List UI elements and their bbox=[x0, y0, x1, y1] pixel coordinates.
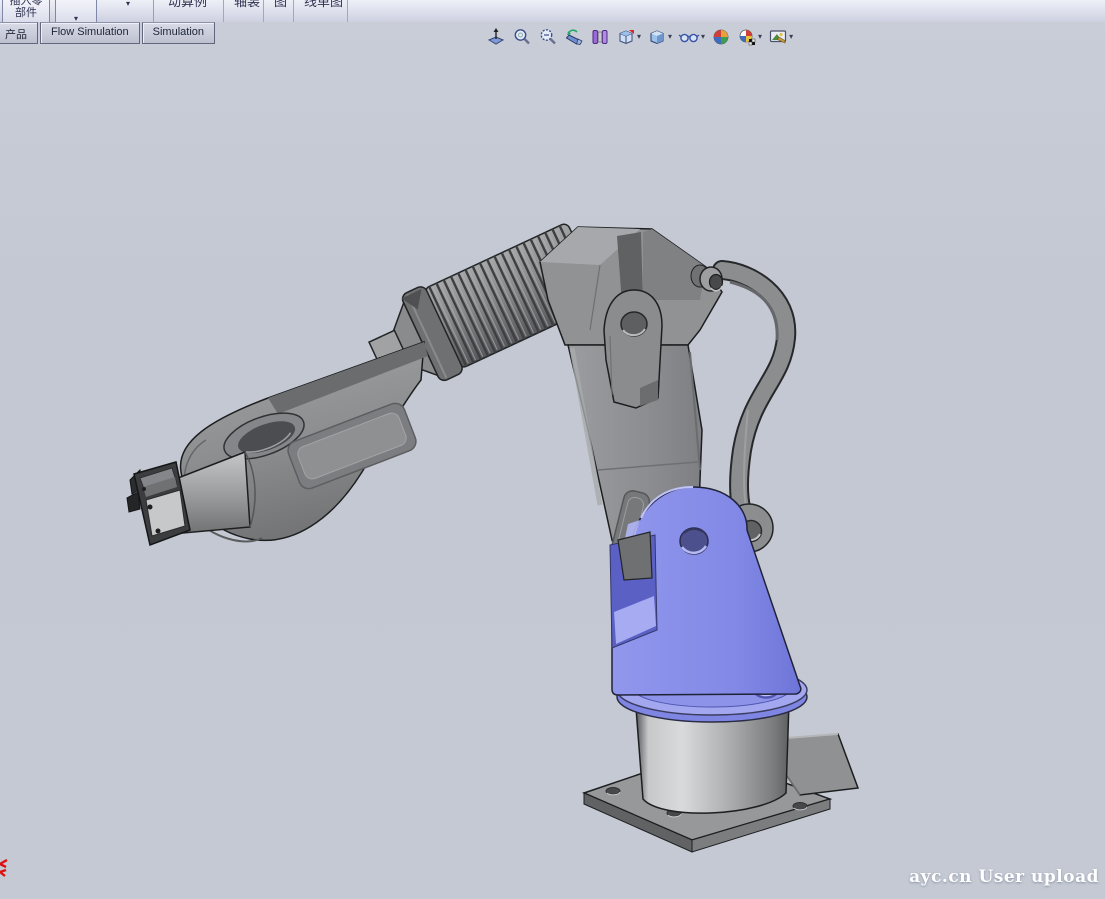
motion-study-label: 动算例 bbox=[168, 0, 213, 11]
components-dropdown-button[interactable]: ▾ bbox=[55, 0, 97, 24]
elbow-housing[interactable] bbox=[0, 22, 723, 345]
motion-study-button[interactable]: 动算例 bbox=[158, 0, 224, 22]
graphics-viewport[interactable]: 产品 Flow Simulation Simulation bbox=[0, 22, 1105, 899]
view-button[interactable]: 图 bbox=[264, 0, 294, 22]
assembly-label: 轴装 bbox=[234, 0, 253, 11]
explode-line-sketch-label: 线单图 bbox=[304, 0, 337, 11]
robot-arm-model[interactable] bbox=[0, 22, 1105, 899]
main-toolbar: 插入零 部件 ▾ ▾ 动算例 轴装 图 线单图 bbox=[0, 0, 1105, 24]
gripper[interactable] bbox=[127, 462, 190, 545]
elbow-clevis[interactable] bbox=[604, 290, 662, 408]
insert-components-button[interactable]: 插入零 部件 bbox=[2, 0, 50, 24]
triad-fragment bbox=[0, 859, 10, 877]
watermark: ayc.cn User upload bbox=[909, 867, 1099, 887]
insert-components-line1: 插入零 bbox=[10, 0, 43, 7]
solidworks-window: 插入零 部件 ▾ ▾ 动算例 轴装 图 线单图 产品 Flow Simulati… bbox=[0, 0, 1105, 899]
assembly-button[interactable]: 轴装 bbox=[224, 0, 264, 22]
secondary-dropdown-button[interactable]: ▾ bbox=[107, 0, 149, 12]
chevron-down-icon: ▾ bbox=[126, 0, 130, 8]
view-label: 图 bbox=[274, 0, 283, 11]
explode-line-sketch-button[interactable]: 线单图 bbox=[294, 0, 348, 22]
insert-components-line2: 部件 bbox=[15, 7, 37, 19]
toolbar-separator bbox=[153, 0, 154, 22]
